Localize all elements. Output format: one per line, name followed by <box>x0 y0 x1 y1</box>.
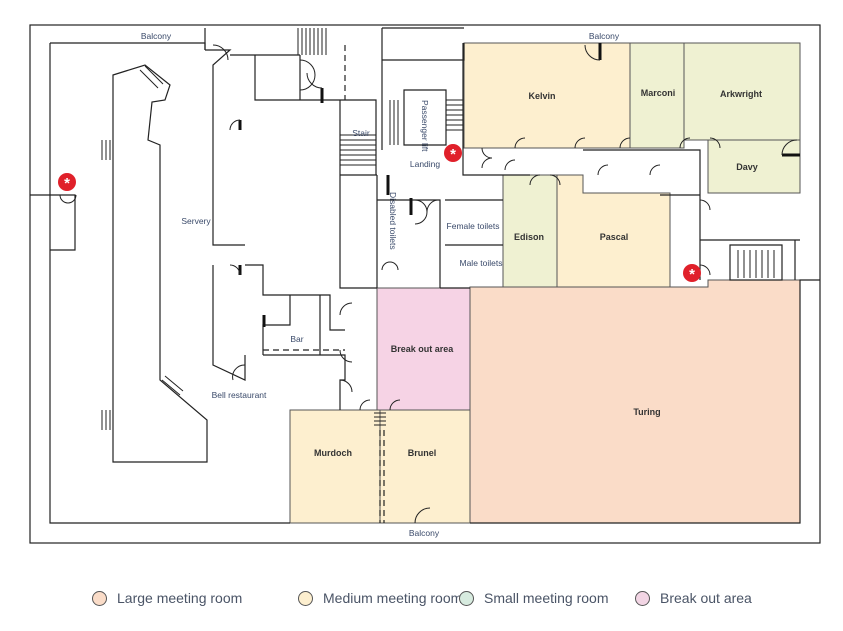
label-bell-restaurant: Bell restaurant <box>212 390 267 400</box>
label-disabled-toilets: Disabled toilets <box>388 192 398 250</box>
label-balcony: Balcony <box>409 528 440 538</box>
room-label-pascal: Pascal <box>600 232 629 242</box>
label-balcony: Balcony <box>589 31 620 41</box>
label-stair: Stair <box>352 128 370 138</box>
legend-swatch <box>459 590 474 606</box>
room-edison[interactable] <box>502 174 558 288</box>
room-label-brunel: Brunel <box>408 448 437 458</box>
fire-assembly-marker-icon: * <box>58 173 76 192</box>
legend-swatch <box>635 590 650 606</box>
legend-label: Small meeting room <box>484 590 609 606</box>
room-label-turing: Turing <box>633 407 660 417</box>
floor-plan: * * * Balcony Balcony Balcony Servery Be… <box>29 24 821 544</box>
legend-item-breakout: Break out area <box>635 590 752 606</box>
svg-text:*: * <box>64 175 70 192</box>
room-label-murdoch: Murdoch <box>314 448 352 458</box>
rooms <box>289 42 801 524</box>
label-servery: Servery <box>181 216 211 226</box>
legend-swatch <box>92 590 107 606</box>
room-murdoch[interactable] <box>289 409 381 524</box>
label-passenger-lift: Passenger lift <box>420 100 430 152</box>
legend-item-medium: Medium meeting room <box>298 590 462 606</box>
room-brunel[interactable] <box>379 409 471 524</box>
room-label-edison: Edison <box>514 232 544 242</box>
legend: Large meeting room Medium meeting room S… <box>0 590 843 612</box>
servery-counter <box>112 64 208 463</box>
room-pascal[interactable] <box>556 174 671 288</box>
room-label-marconi: Marconi <box>641 88 676 98</box>
label-landing: Landing <box>410 159 441 169</box>
room-label-kelvin: Kelvin <box>528 91 555 101</box>
room-turing[interactable] <box>469 279 801 524</box>
legend-label: Break out area <box>660 590 752 606</box>
label-balcony: Balcony <box>141 31 172 41</box>
room-label-breakout: Break out area <box>391 344 455 354</box>
fire-assembly-marker-icon: * <box>444 144 462 163</box>
label-male-toilets: Male toilets <box>460 258 503 268</box>
legend-label: Medium meeting room <box>323 590 463 606</box>
svg-text:*: * <box>689 266 695 283</box>
svg-text:*: * <box>450 146 456 163</box>
room-label-arkwright: Arkwright <box>720 89 762 99</box>
label-bar: Bar <box>290 334 303 344</box>
legend-item-large: Large meeting room <box>92 590 242 606</box>
label-female-toilets: Female toilets <box>447 221 500 231</box>
legend-swatch <box>298 590 313 606</box>
fire-assembly-marker-icon: * <box>683 264 701 283</box>
legend-item-small: Small meeting room <box>459 590 609 606</box>
legend-label: Large meeting room <box>117 590 243 606</box>
room-label-davy: Davy <box>736 162 758 172</box>
